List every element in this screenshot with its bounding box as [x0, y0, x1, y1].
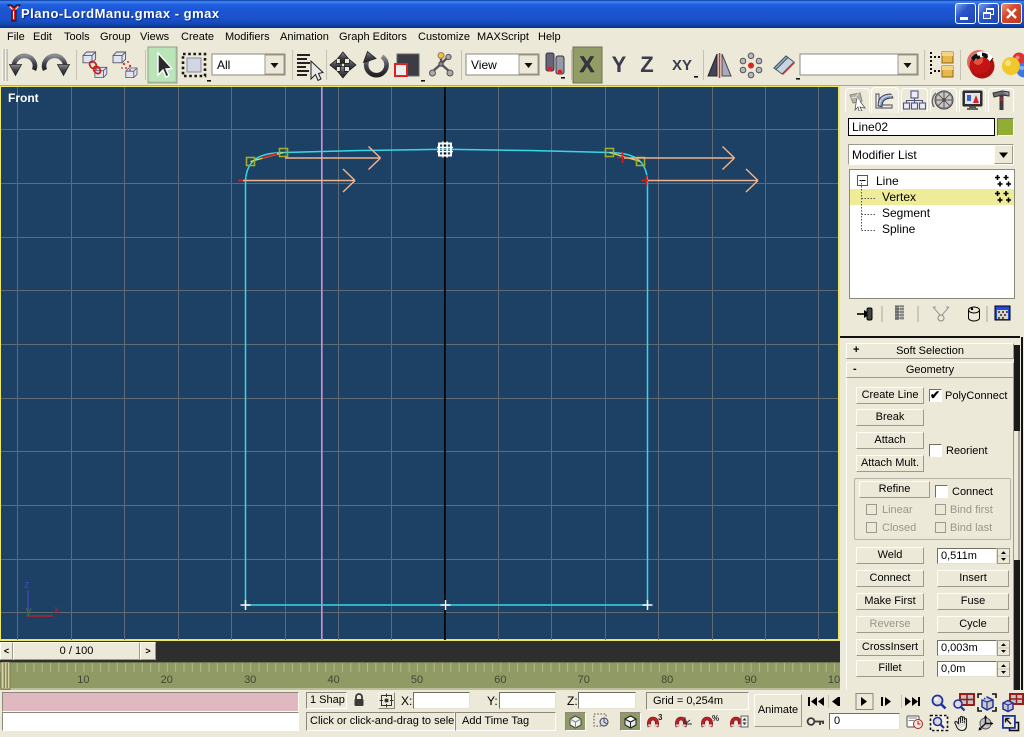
- svg-text:10: 10: [77, 674, 89, 686]
- svg-text:Y: Y: [612, 52, 627, 77]
- svg-text:Front: Front: [8, 91, 39, 105]
- svg-text:70: 70: [578, 674, 590, 686]
- svg-text:X: X: [580, 52, 595, 77]
- svg-text:60: 60: [494, 674, 506, 686]
- svg-text:x: x: [54, 604, 60, 616]
- svg-text:z: z: [24, 579, 30, 591]
- svg-text:XY: XY: [672, 57, 692, 74]
- svg-text:3: 3: [658, 713, 663, 722]
- svg-text:40: 40: [327, 674, 339, 686]
- svg-text:30: 30: [244, 674, 256, 686]
- svg-text:90: 90: [744, 674, 756, 686]
- svg-text:View: View: [471, 58, 497, 72]
- svg-text:y: y: [26, 605, 32, 617]
- svg-text:80: 80: [661, 674, 673, 686]
- svg-text:%: %: [712, 714, 719, 723]
- svg-text:Z: Z: [640, 52, 653, 77]
- svg-text:All: All: [217, 58, 230, 72]
- svg-text:20: 20: [161, 674, 173, 686]
- svg-text:10: 10: [828, 674, 840, 686]
- svg-text:50: 50: [411, 674, 423, 686]
